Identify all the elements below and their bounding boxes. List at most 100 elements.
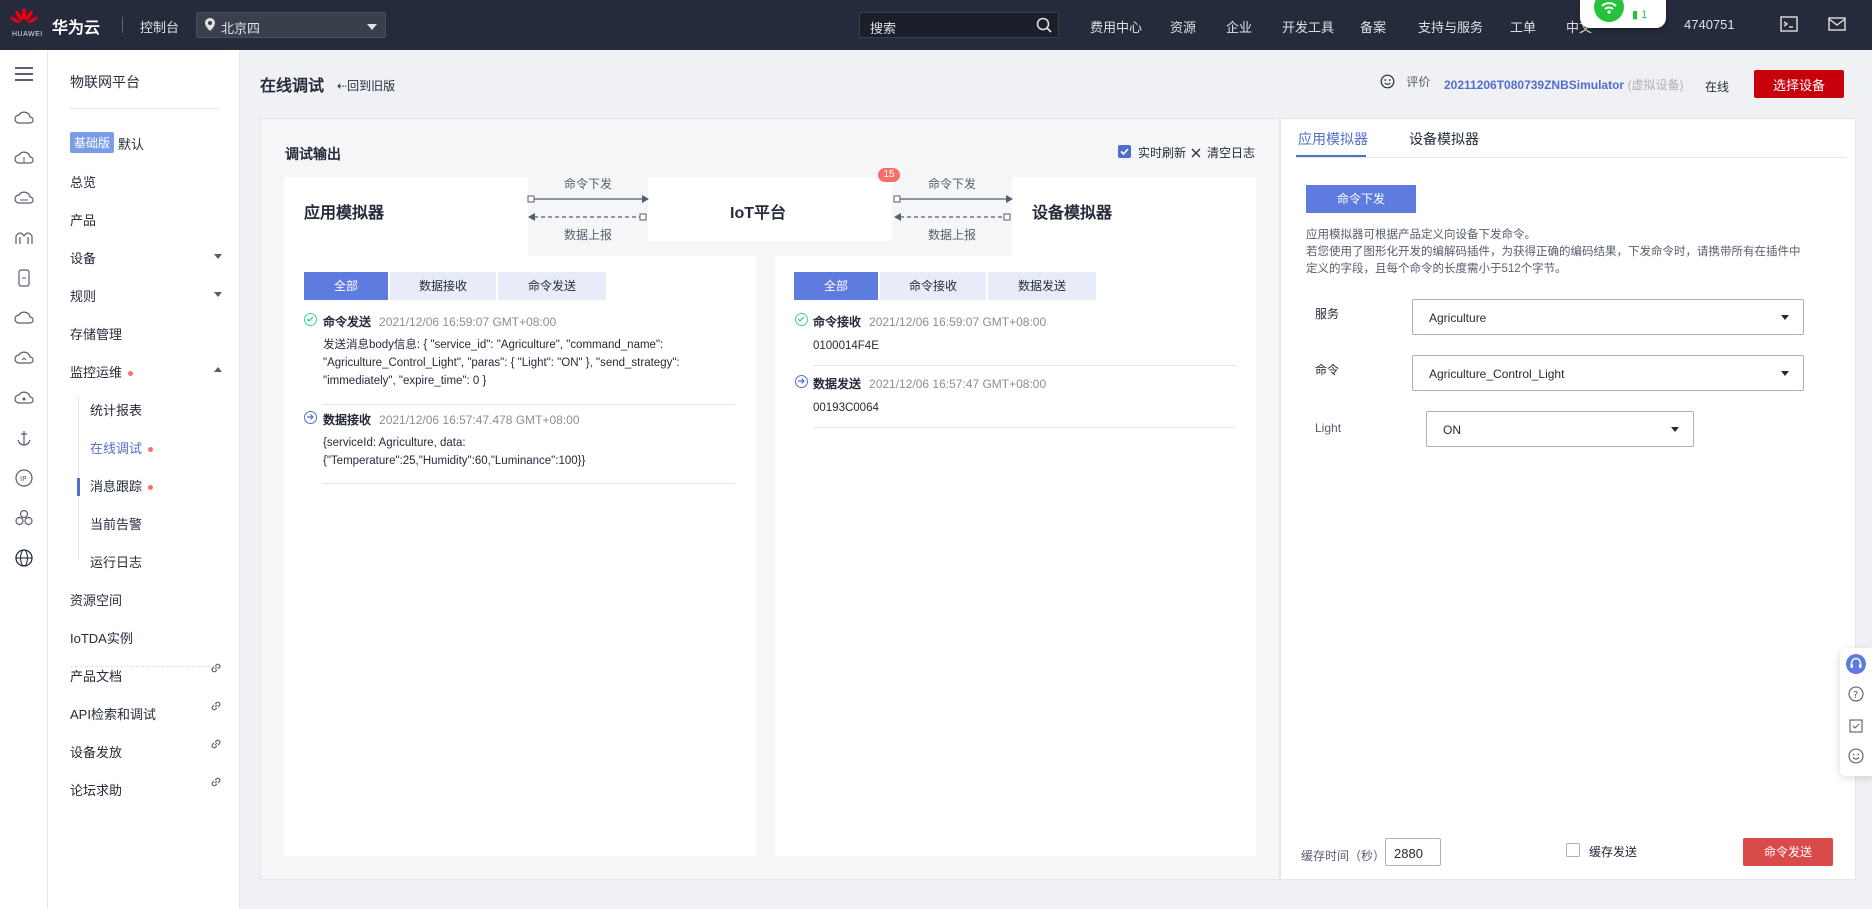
log-separator [813,427,1236,428]
command-select[interactable]: Agriculture_Control_Light [1412,355,1804,391]
sidebar-subitem-message-trace[interactable]: 消息跟踪 [90,476,154,495]
chevron-up-icon[interactable] [214,367,222,372]
sidebar-subitem-online-debug[interactable]: 在线调试 [90,438,154,457]
sidebar-item-api-explorer[interactable]: API检索和调试 [70,704,156,723]
log-line: {"Temperature":25,"Humidity":60,"Luminan… [323,455,586,467]
menu-icon[interactable] [14,64,34,84]
device-name-link[interactable]: 20211206T080739ZNBSimulator (虚拟设备) [1444,76,1683,93]
sidebar-subitem-run-logs[interactable]: 运行日志 [90,552,142,571]
cache-send-checkbox[interactable] [1566,843,1580,857]
sidebar-item-iotda-instance[interactable]: IoTDA实例 [70,628,133,647]
nav-billing[interactable]: 费用中心 [1090,17,1142,36]
floating-toolbar: ? [1840,648,1872,776]
sidebar-item-products[interactable]: 产品 [70,210,96,229]
tab-data-send[interactable]: 数据发送 [988,272,1096,300]
nav-devtools[interactable]: 开发工具 [1282,17,1334,36]
log-time: 2021/12/06 16:57:47.478 GMT+08:00 [379,413,580,427]
sidebar-item-provisioning[interactable]: 设备发放 [70,742,122,761]
cache-time-input[interactable]: 2880 [1385,838,1441,866]
sidebar-item-monitoring[interactable]: 监控运维 [70,362,134,381]
tab-data-receive[interactable]: 数据接收 [390,272,496,300]
sidebar-item-forum[interactable]: 论坛求助 [70,780,122,799]
command-down-button[interactable]: 命令下发 [1306,185,1416,213]
realtime-refresh-label[interactable]: 实时刷新 [1138,144,1186,161]
device-icon[interactable] [14,268,34,288]
cloud-network-icon[interactable] [14,388,34,408]
realtime-refresh-checkbox[interactable] [1118,145,1131,158]
iot-platform-label: IoT平台 [730,205,786,222]
cloud-service-icon[interactable] [14,108,34,128]
clear-log-button[interactable]: 清空日志 [1191,144,1255,161]
select-device-button[interactable]: 选择设备 [1754,70,1844,98]
service-select[interactable]: Agriculture [1412,299,1804,335]
tab-all[interactable]: 全部 [304,272,388,300]
debug-output-title: 调试输出 [285,146,341,162]
sidebar-item-product-docs[interactable]: 产品文档 [70,666,122,685]
search-icon[interactable] [1036,17,1052,36]
log-body: {serviceId: Agriculture, data: {"Tempera… [323,434,743,470]
cloud-upload-icon[interactable] [14,148,34,168]
region-select[interactable]: 北京四 [196,12,386,38]
brand-name[interactable]: 华为云 [52,14,100,38]
terminal-icon[interactable] [1780,15,1798,36]
console-link[interactable]: 控制台 [140,17,179,36]
cache-send-label[interactable]: 缓存发送 [1589,843,1637,860]
location-pin-icon [205,18,215,34]
back-to-old-link[interactable]: ⇠回到旧版 [337,77,395,94]
nav-ticket[interactable]: 工单 [1510,17,1536,36]
edition-value[interactable]: 默认 [118,134,144,153]
nav-support[interactable]: 支持与服务 [1418,17,1483,36]
nav-resources[interactable]: 资源 [1170,17,1196,36]
chevron-down-icon[interactable] [214,254,222,259]
send-command-button[interactable]: 命令发送 [1743,838,1833,866]
cloud-icon[interactable] [14,308,34,328]
sidebar-item-devices[interactable]: 设备 [70,248,96,267]
log-body: 00193C0064 [813,399,879,417]
sidebar-item-storage[interactable]: 存储管理 [70,324,122,343]
anchor-icon[interactable] [14,428,34,448]
external-link-icon[interactable] [210,700,222,715]
nav-account[interactable]: 4740751 [1684,17,1735,32]
sidebar-subitem-reports[interactable]: 统计报表 [90,400,142,419]
ip-icon[interactable]: IP [14,468,34,488]
sidebar-item-label: 在线调试 [90,441,143,456]
tab-command-receive[interactable]: 命令接收 [880,272,986,300]
smiley-icon [1380,74,1395,89]
cloud-sync-icon[interactable] [14,348,34,368]
svg-text:?: ? [1853,690,1858,701]
caret-down-icon [367,24,377,30]
help-icon[interactable]: ? [1848,686,1864,702]
feedback-icon[interactable] [1848,718,1864,734]
chevron-down-icon[interactable] [214,292,222,297]
tab-bar-line [1296,157,1846,158]
cluster-icon[interactable] [14,508,34,528]
mail-icon[interactable] [1828,15,1846,36]
description-line: 若您使用了图形化开发的编解码插件，为获得正确的编码结果，下发命令时，请携带所有在… [1306,246,1801,258]
tab-app-simulator[interactable]: 应用模拟器 [1298,129,1368,149]
light-select[interactable]: ON [1426,411,1694,447]
customer-service-icon[interactable] [1846,654,1866,674]
tab-all[interactable]: 全部 [794,272,878,300]
tab-device-simulator[interactable]: 设备模拟器 [1409,129,1479,149]
bridge-icon[interactable] [14,228,34,248]
log-separator [323,404,735,405]
nav-filing[interactable]: 备案 [1360,17,1386,36]
battery-indicator: ▮ 1 [1632,9,1648,21]
sidebar-item-rules[interactable]: 规则 [70,286,96,305]
search-input[interactable]: 搜索 [859,12,1059,38]
smiley-rate-icon[interactable] [1848,748,1864,764]
sidebar-item-resource-space[interactable]: 资源空间 [70,590,122,609]
log-line: {serviceId: Agriculture, data: [323,437,466,449]
external-link-icon[interactable] [210,662,222,677]
external-link-icon[interactable] [210,776,222,791]
sidebar-subitem-alarms[interactable]: 当前告警 [90,514,142,533]
nav-enterprise[interactable]: 企业 [1226,17,1252,36]
close-icon [1191,148,1201,158]
cloud-storage-icon[interactable] [14,188,34,208]
external-link-icon[interactable] [210,738,222,753]
rate-button[interactable]: 评价 [1380,73,1430,90]
globe-icon[interactable] [14,548,34,568]
device-type: (虚拟设备) [1627,78,1684,92]
sidebar-item-overview[interactable]: 总览 [70,172,96,191]
tab-command-send[interactable]: 命令发送 [498,272,606,300]
